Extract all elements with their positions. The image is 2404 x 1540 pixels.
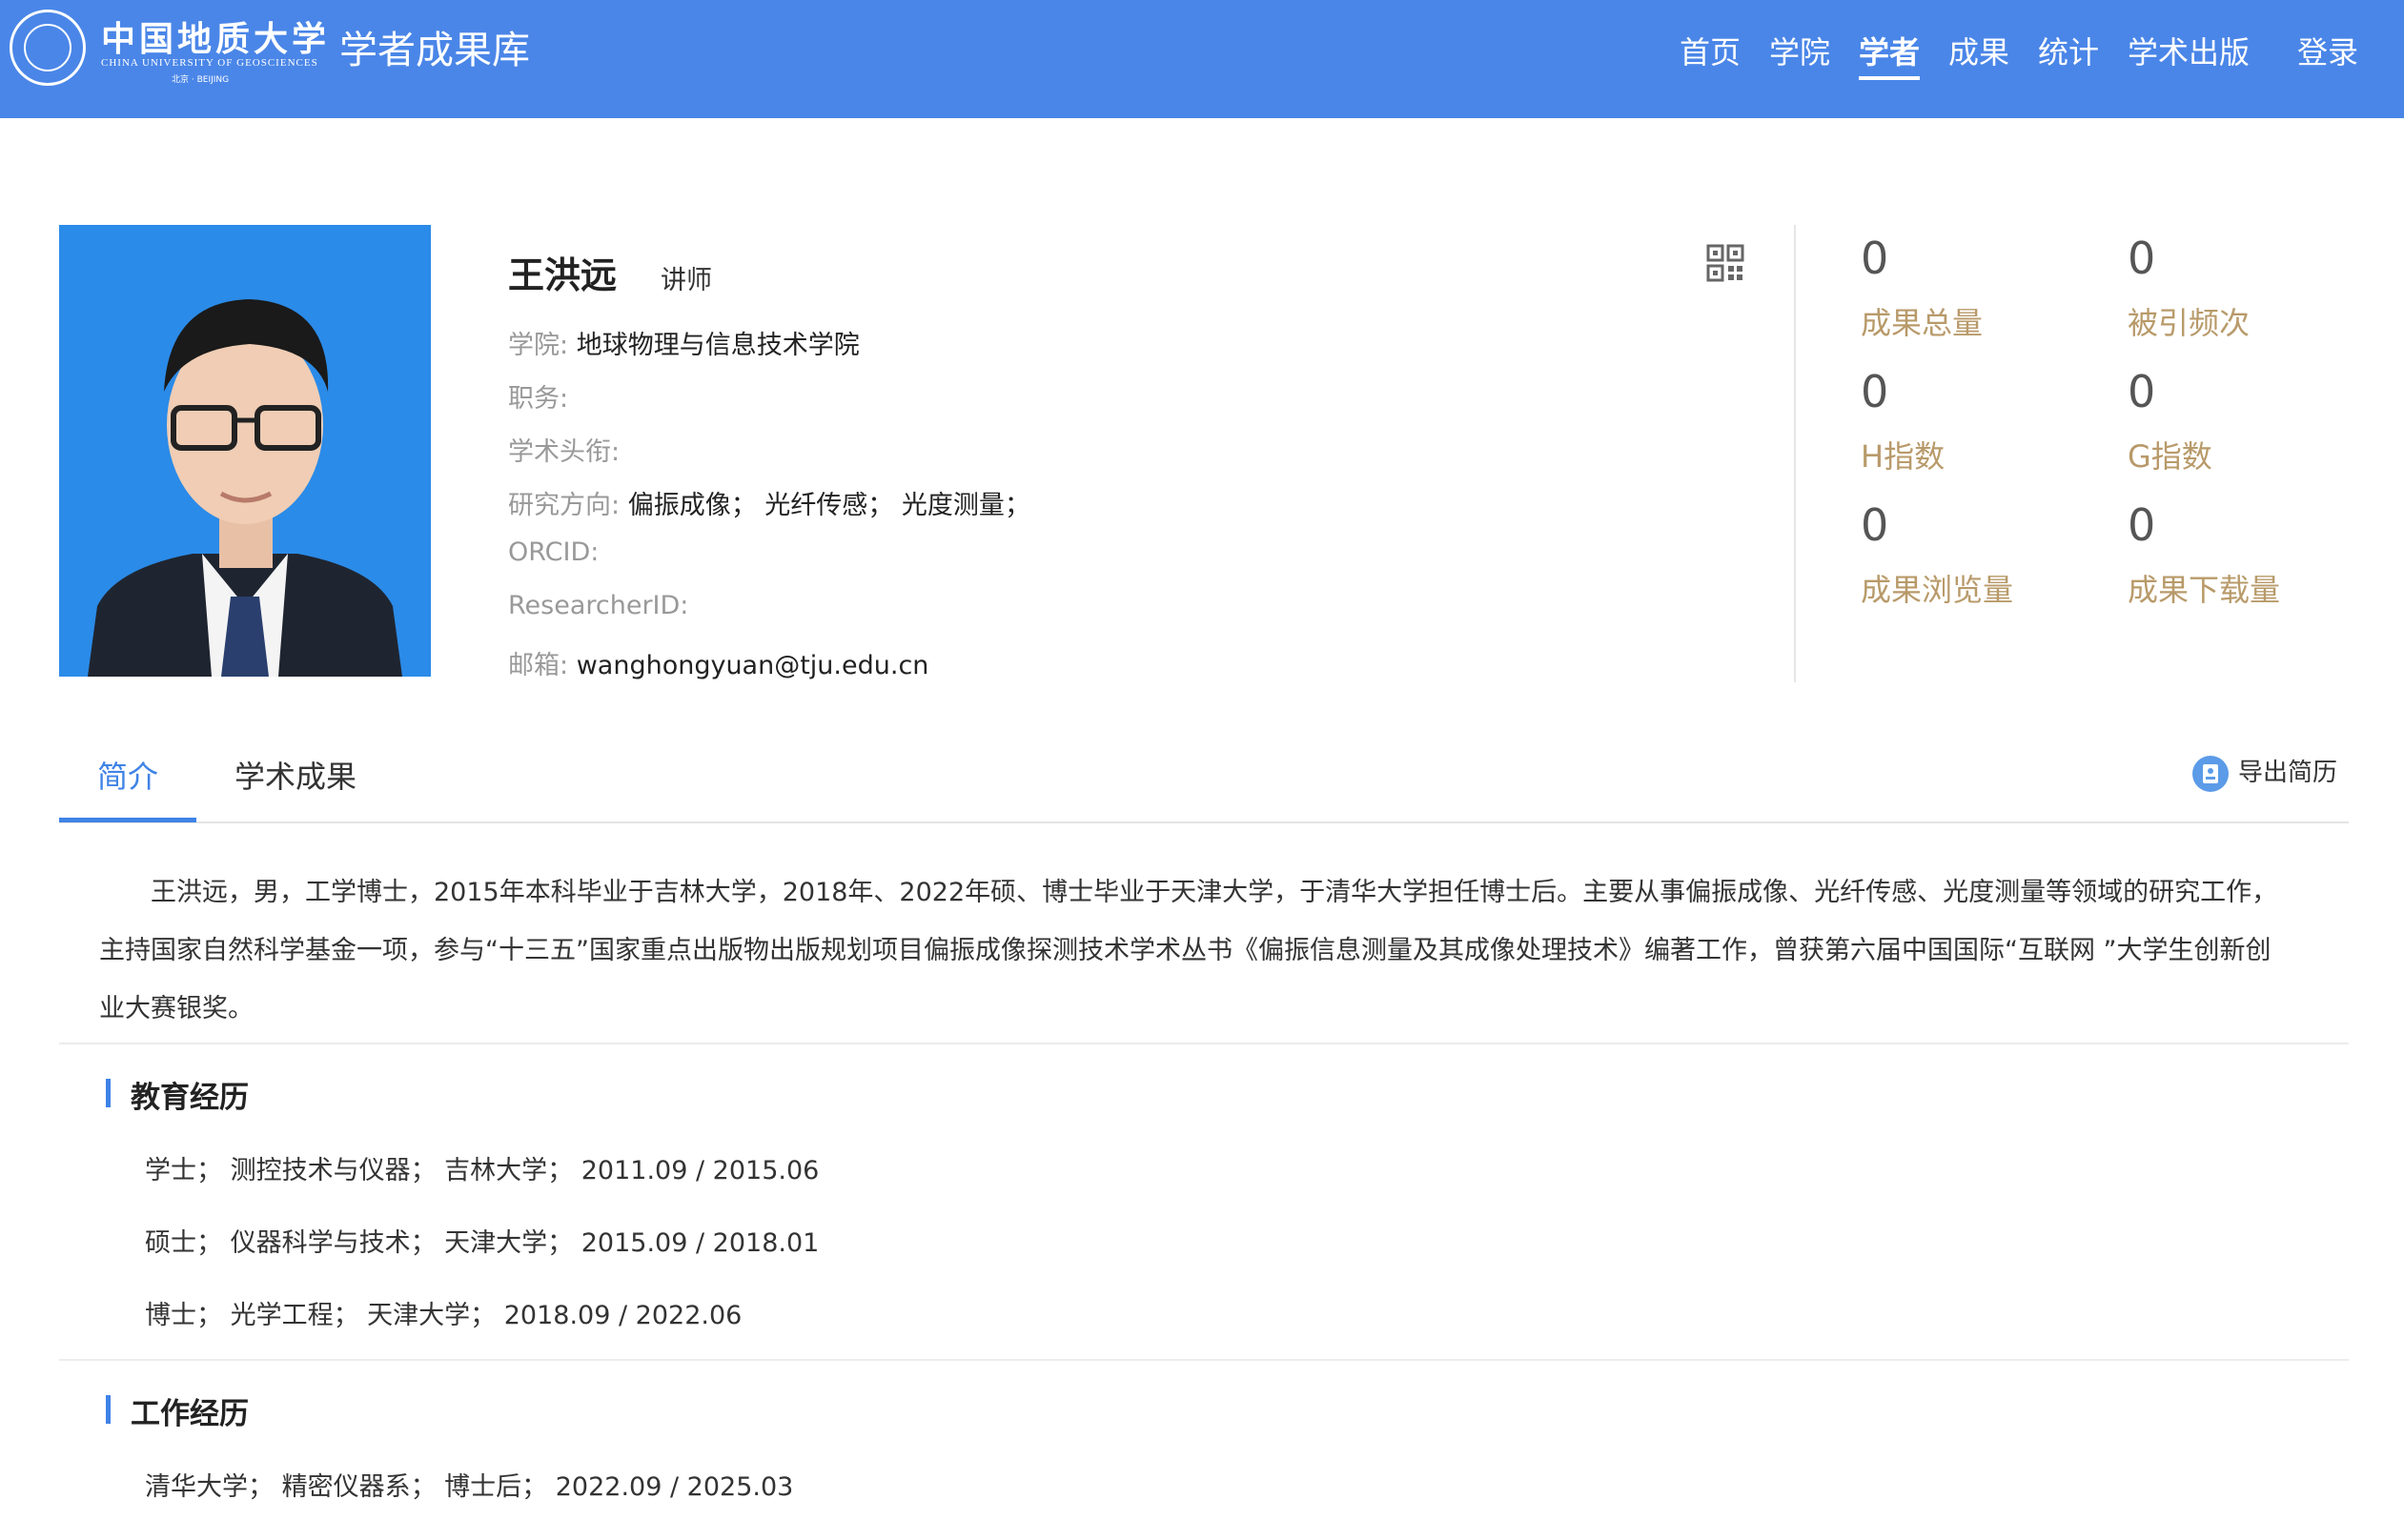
export-resume-button[interactable]: 导出简历 — [2192, 753, 2337, 792]
stat-citations-label[interactable]: 被引频次 — [2128, 299, 2250, 343]
stat-downloads-value: 0 — [2128, 499, 2156, 551]
work-section-title: 工作经历 — [131, 1397, 249, 1431]
position-label: 职务: — [508, 384, 569, 414]
section-marker — [106, 1395, 111, 1424]
researcherid-row: ResearcherID: — [508, 591, 688, 620]
email-row: 邮箱: wanghongyuan@tju.edu.cn — [508, 644, 928, 681]
stat-total-label[interactable]: 成果总量 — [1861, 299, 1983, 343]
nav-scholars[interactable]: 学者 — [1859, 29, 1921, 80]
research-value: 偏振成像； 光纤传感； 光度测量； — [627, 491, 1030, 520]
education-section-title: 教育经历 — [131, 1081, 249, 1115]
section-divider — [59, 1043, 2349, 1044]
research-label: 研究方向: — [508, 491, 621, 520]
stat-citations-value: 0 — [2128, 233, 2156, 284]
researcherid-label: ResearcherID: — [508, 591, 689, 620]
active-tab-indicator — [59, 818, 196, 822]
university-name-en: CHINA UNIVERSITY OF GEOSCIENCES — [101, 57, 318, 69]
site-title[interactable]: 学者成果库 — [339, 19, 530, 74]
position-row: 职务: — [508, 377, 568, 415]
tab-introduction[interactable]: 简介 — [97, 753, 158, 797]
export-resume-label: 导出简历 — [2238, 759, 2338, 787]
college-row: 学院: 地球物理与信息技术学院 — [508, 324, 860, 361]
university-location: 北京 · BEIJING — [172, 75, 230, 85]
orcid-label: ORCID: — [508, 537, 600, 567]
college-value[interactable]: 地球物理与信息技术学院 — [577, 331, 860, 360]
stat-downloads-label[interactable]: 成果下载量 — [2128, 566, 2280, 610]
research-row: 研究方向: 偏振成像； 光纤传感； 光度测量； — [508, 484, 1030, 521]
education-item: 学士； 测控技术与仪器； 吉林大学； 2011.09 / 2015.06 — [145, 1156, 820, 1185]
section-divider — [59, 1359, 2349, 1361]
stat-views-value: 0 — [1861, 499, 1889, 551]
scholar-rank: 讲师 — [661, 266, 712, 295]
bio-line: 业大赛银奖。 — [99, 994, 254, 1023]
profile-stats-divider — [1794, 225, 1796, 682]
nav-home[interactable]: 首页 — [1680, 29, 1741, 76]
university-name-cn[interactable]: 中国地质大学 — [101, 11, 330, 61]
bio-line: 主持国家自然科学基金一项，参与“十三五”国家重点出版物出版规划项目偏振成像探测技… — [99, 936, 2272, 965]
tabs-underline — [59, 821, 2349, 823]
academic-title-label: 学术头衔: — [508, 437, 621, 467]
email-label: 邮箱: — [508, 651, 569, 680]
academic-title-row: 学术头衔: — [508, 431, 620, 468]
stat-h-index-value: 0 — [1861, 366, 1889, 417]
top-header: 中国地质大学 CHINA UNIVERSITY OF GEOSCIENCES 北… — [0, 0, 2404, 118]
education-item: 硕士； 仪器科学与技术； 天津大学； 2015.09 / 2018.01 — [145, 1228, 820, 1258]
nav-colleges[interactable]: 学院 — [1769, 29, 1830, 76]
work-item: 清华大学； 精密仪器系； 博士后； 2022.09 / 2025.03 — [145, 1472, 794, 1502]
university-seal-icon[interactable] — [10, 10, 86, 86]
education-item: 博士； 光学工程； 天津大学； 2018.09 / 2022.06 — [145, 1301, 743, 1330]
nav-achievements[interactable]: 成果 — [1948, 29, 2009, 76]
stat-total-value: 0 — [1861, 233, 1889, 284]
login-link[interactable]: 登录 — [2297, 29, 2358, 76]
biography: 王洪远，男，工学博士，2015年本科毕业于吉林大学，2018年、2022年硕、博… — [99, 863, 2349, 1038]
profile-photo — [59, 225, 431, 677]
section-marker — [106, 1079, 111, 1107]
stat-h-index-label[interactable]: H指数 — [1861, 433, 1945, 476]
college-label: 学院: — [508, 331, 569, 360]
seal-inner-ring — [24, 24, 71, 71]
stat-g-index-value: 0 — [2128, 366, 2156, 417]
nav-academic-publishing[interactable]: 学术出版 — [2128, 29, 2250, 76]
bio-line: 王洪远，男，工学博士，2015年本科毕业于吉林大学，2018年、2022年硕、博… — [151, 878, 2278, 907]
tab-academic-achievements[interactable]: 学术成果 — [234, 753, 357, 797]
nav-statistics[interactable]: 统计 — [2038, 29, 2099, 76]
stat-views-label[interactable]: 成果浏览量 — [1861, 566, 2013, 610]
resume-icon — [2192, 755, 2229, 792]
orcid-row: ORCID: — [508, 537, 599, 567]
qr-code-icon[interactable] — [1706, 244, 1744, 282]
portrait-illustration — [59, 225, 431, 677]
email-value[interactable]: wanghongyuan@tju.edu.cn — [577, 651, 929, 680]
scholar-name: 王洪远 — [508, 254, 618, 296]
stat-g-index-label[interactable]: G指数 — [2128, 433, 2212, 476]
